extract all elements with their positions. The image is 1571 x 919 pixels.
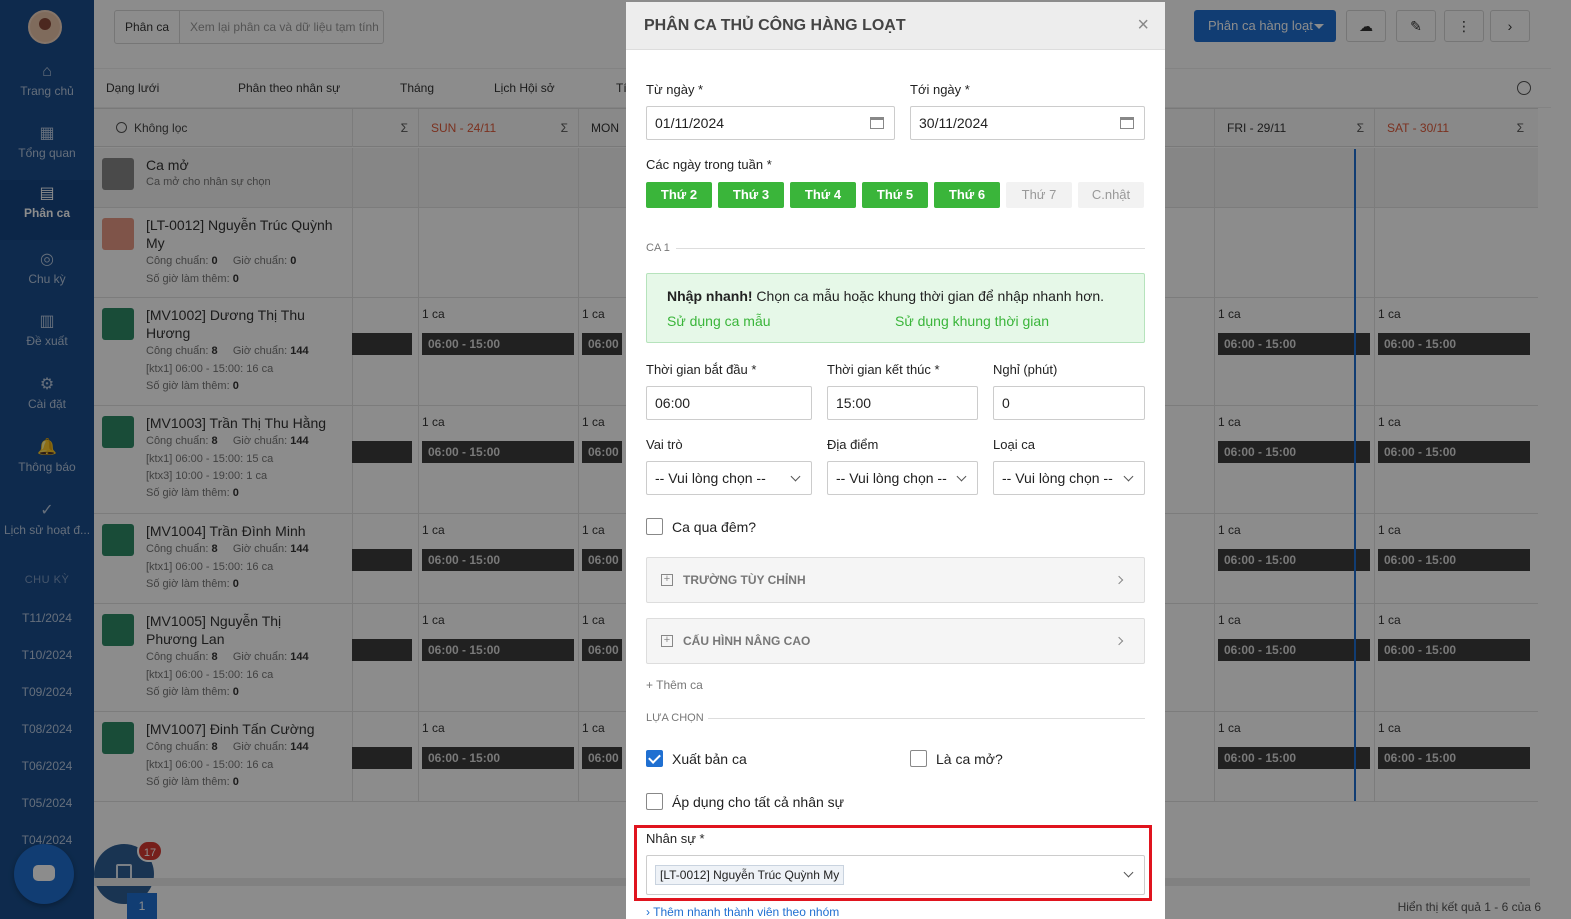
weekday-toggle-6[interactable]: Thứ 7	[1006, 182, 1072, 208]
weekday-toggle-3[interactable]: Thứ 4	[790, 182, 856, 208]
break-input[interactable]: 0	[993, 386, 1145, 420]
weekdays-label: Các ngày trong tuần *	[646, 157, 772, 172]
to-date-input[interactable]: 30/11/2024	[910, 106, 1145, 140]
bulk-shift-modal: PHÂN CA THỦ CÔNG HÀNG LOẠT × Từ ngày * 0…	[626, 2, 1165, 919]
use-template-link[interactable]: Sử dụng ca mẫu	[667, 313, 771, 329]
location-select[interactable]: -- Vui lòng chọn --	[827, 461, 978, 495]
publish-label: Xuất bản ca	[672, 751, 747, 767]
apply-all-checkbox[interactable]	[646, 793, 663, 810]
close-icon[interactable]: ×	[1137, 14, 1149, 37]
chevron-right-icon	[1114, 636, 1124, 646]
open-shift-label: Là ca mở?	[936, 751, 1003, 767]
calendar-icon	[870, 117, 884, 129]
shift-type-label: Loại ca	[993, 437, 1035, 452]
break-label: Nghỉ (phút)	[993, 362, 1058, 377]
apply-all-label: Áp dụng cho tất cả nhân sự	[672, 794, 845, 810]
quick-entry-text: Nhập nhanh! Chọn ca mẫu hoặc khung thời …	[667, 288, 1105, 304]
advanced-config-title: CẤU HÌNH NÂNG CAO	[683, 634, 811, 648]
custom-fields-title: TRƯỜNG TÙY CHỈNH	[683, 573, 806, 587]
role-label: Vai trò	[646, 437, 683, 452]
from-date-input[interactable]: 01/11/2024	[646, 106, 895, 140]
modal-title: PHÂN CA THỦ CÔNG HÀNG LOẠT	[644, 17, 906, 34]
open-shift-checkbox[interactable]	[910, 750, 927, 767]
weekday-toggle-4[interactable]: Thứ 5	[862, 182, 928, 208]
add-shift-link[interactable]: + Thêm ca	[646, 678, 703, 692]
end-time-input[interactable]: 15:00	[827, 386, 978, 420]
start-time-input[interactable]: 06:00	[646, 386, 812, 420]
overnight-checkbox[interactable]	[646, 518, 663, 535]
chevron-down-icon	[1123, 867, 1134, 878]
chevron-right-icon	[1114, 575, 1124, 585]
options-section-title: LỰA CHỌN	[646, 712, 704, 724]
shift-type-select[interactable]: -- Vui lòng chọn --	[993, 461, 1145, 495]
weekday-toggle-7[interactable]: C.nhật	[1078, 182, 1144, 208]
chevron-down-icon	[790, 471, 801, 482]
weekday-toggle-2[interactable]: Thứ 3	[718, 182, 784, 208]
location-label: Địa điểm	[827, 437, 879, 452]
to-date-label: Tới ngày *	[910, 82, 970, 97]
staff-chip[interactable]: [LT-0012] Nguyễn Trúc Quỳnh My	[655, 865, 845, 885]
weekday-toggle-5[interactable]: Thứ 6	[934, 182, 1000, 208]
start-time-label: Thời gian bắt đầu *	[646, 362, 757, 377]
role-select[interactable]: -- Vui lòng chọn --	[646, 461, 812, 495]
calendar-icon	[1120, 117, 1134, 129]
modal-header: PHÂN CA THỦ CÔNG HÀNG LOẠT ×	[626, 2, 1165, 50]
from-date-label: Từ ngày *	[646, 82, 704, 97]
use-timeframe-link[interactable]: Sử dụng khung thời gian	[895, 313, 1049, 329]
plus-square-icon: +	[661, 574, 673, 586]
chevron-down-icon	[1123, 471, 1134, 482]
advanced-config-panel[interactable]: + CẤU HÌNH NÂNG CAO	[646, 618, 1145, 664]
plus-square-icon: +	[661, 635, 673, 647]
staff-label: Nhân sự *	[646, 831, 705, 846]
publish-checkbox[interactable]	[646, 750, 663, 767]
end-time-label: Thời gian kết thúc *	[827, 362, 940, 377]
divider	[708, 718, 1145, 719]
staff-multiselect[interactable]: [LT-0012] Nguyễn Trúc Quỳnh My	[646, 855, 1145, 895]
weekday-toggle-1[interactable]: Thứ 2	[646, 182, 712, 208]
add-by-group-link[interactable]: › Thêm nhanh thành viên theo nhóm	[646, 905, 839, 919]
quick-entry-box: Nhập nhanh! Chọn ca mẫu hoặc khung thời …	[646, 273, 1145, 343]
custom-fields-panel[interactable]: + TRƯỜNG TÙY CHỈNH	[646, 557, 1145, 603]
overnight-label: Ca qua đêm?	[672, 519, 757, 535]
chevron-down-icon	[956, 471, 967, 482]
shift-section-title: CA 1	[646, 242, 670, 254]
divider	[676, 248, 1145, 249]
